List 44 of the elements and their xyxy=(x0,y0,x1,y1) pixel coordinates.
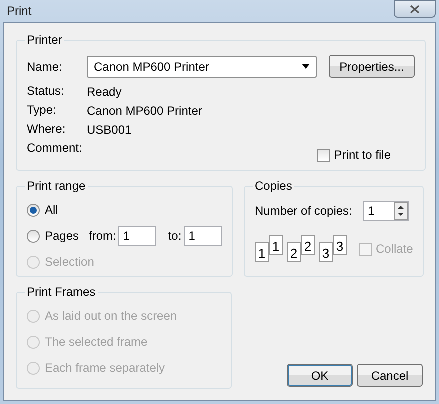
field-label: from: xyxy=(89,229,116,243)
radio-label: As laid out on the screen xyxy=(45,309,178,323)
page-icon: 1 xyxy=(255,242,269,262)
info-value: Canon MP600 Printer xyxy=(87,104,202,118)
group-title: Copies xyxy=(254,179,294,193)
info-value: USB001 xyxy=(87,122,132,136)
group-title: Printer xyxy=(26,33,64,47)
field-label: Name: xyxy=(27,60,64,74)
page-icon: 2 xyxy=(287,242,301,262)
window-title: Print xyxy=(7,4,32,18)
radio-label: All xyxy=(45,203,58,217)
properties-button[interactable]: Properties... xyxy=(329,55,415,78)
page-icon: 1 xyxy=(269,235,283,255)
info-label: Where: xyxy=(27,121,67,138)
group-title: Print Frames xyxy=(26,285,97,299)
checkbox-label: Collate xyxy=(376,242,414,256)
page-icon: 3 xyxy=(319,242,333,262)
close-button[interactable] xyxy=(394,0,436,18)
radio-label: Selection xyxy=(45,255,94,269)
input-field[interactable]: 1 xyxy=(184,226,222,246)
info-value: Ready xyxy=(87,84,122,98)
info-label: Type: xyxy=(27,102,58,119)
page-icon: 3 xyxy=(333,235,347,255)
page-icon: 2 xyxy=(301,235,315,255)
group-title: Print range xyxy=(26,179,87,193)
copies-spinner[interactable]: 1 xyxy=(363,201,409,221)
checkbox-label: Print to file xyxy=(334,148,391,162)
input-field[interactable]: 1 xyxy=(118,226,156,246)
info-label: Comment: xyxy=(27,140,84,157)
radio-label: Pages xyxy=(45,229,80,243)
info-label: Status: xyxy=(27,83,66,100)
printer-dropdown[interactable]: Canon MP600 Printer xyxy=(87,56,317,78)
radio-button[interactable] xyxy=(27,230,40,242)
radio-label: Each frame separately xyxy=(45,361,166,375)
checkbox[interactable] xyxy=(317,148,330,162)
close-icon xyxy=(410,4,420,14)
cancel-button[interactable]: Cancel xyxy=(357,364,423,387)
radio-label: The selected frame xyxy=(45,335,148,349)
caret-icon xyxy=(302,64,310,69)
spin-arrows-icon xyxy=(394,202,408,220)
field-label: Number of copies: xyxy=(255,204,354,218)
radio-button[interactable] xyxy=(27,204,40,216)
field-label: to: xyxy=(168,229,182,243)
ok-button[interactable]: OK xyxy=(287,364,353,387)
